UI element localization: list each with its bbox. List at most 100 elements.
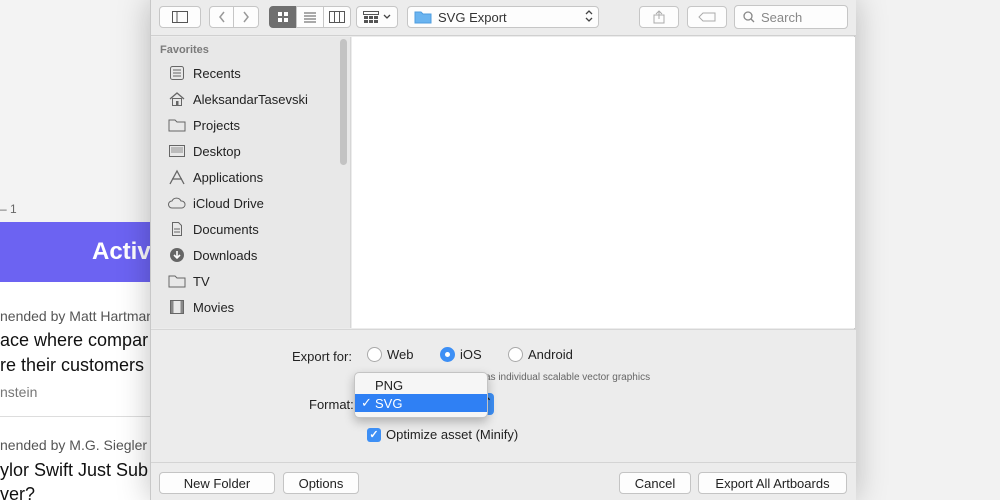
page-number: – 1: [0, 202, 17, 216]
sidebar-item-label: Projects: [193, 117, 240, 133]
radio-android[interactable]: Android: [508, 347, 573, 362]
sidebar-item-home[interactable]: AleksandarTasevski: [167, 88, 337, 110]
sidebar-item-movies[interactable]: Movies: [167, 296, 337, 318]
sidebar-scrollbar[interactable]: [340, 39, 347, 165]
radio-web-label: Web: [387, 347, 414, 362]
article-title[interactable]: re their customers: [0, 355, 144, 376]
documents-icon: [167, 220, 187, 238]
dialog-footer: New Folder Options Cancel Export All Art…: [151, 462, 856, 500]
dialog-toolbar: SVG Export: [151, 0, 856, 36]
sidebar-item-applications[interactable]: Applications: [167, 166, 337, 188]
chevron-left-icon: [218, 11, 225, 23]
chevron-right-icon: [243, 11, 249, 23]
sidebar-item-label: Applications: [193, 169, 264, 185]
sidebar-toggle-button[interactable]: [159, 6, 201, 28]
export-dialog: SVG Export Favorites Recents AleksandarT…: [150, 0, 856, 500]
sidebar-item-label: Desktop: [193, 143, 241, 159]
divider: [0, 416, 150, 417]
format-dropdown: PNG ✓ SVG: [354, 372, 488, 418]
sidebar-item-label: TV: [193, 273, 210, 289]
sidebar-icon: [172, 11, 188, 23]
radio-ios-indicator: [440, 347, 455, 362]
home-icon: [167, 90, 187, 108]
article-title[interactable]: ace where compar: [0, 330, 148, 351]
sidebar-item-label: Documents: [193, 221, 259, 237]
export-options-panel: Export for: Web iOS Android as individua…: [151, 329, 856, 462]
location-popup[interactable]: SVG Export: [407, 6, 599, 28]
article-list: nended by Matt Hartman ace where compar …: [0, 282, 150, 500]
icon-view-button[interactable]: [269, 6, 297, 28]
sidebar-item-downloads[interactable]: Downloads: [167, 244, 337, 266]
format-option-png[interactable]: PNG: [355, 376, 487, 394]
radio-web[interactable]: Web: [367, 347, 414, 362]
desktop-icon: [167, 142, 187, 160]
format-option-label: SVG: [375, 395, 403, 411]
sidebar-item-label: AleksandarTasevski: [193, 91, 308, 107]
format-option-svg[interactable]: ✓ SVG: [355, 394, 487, 412]
list-icon: [304, 12, 316, 23]
cancel-button[interactable]: Cancel: [619, 472, 691, 494]
optimize-label: Optimize asset (Minify): [386, 427, 519, 442]
article-title[interactable]: ver?: [0, 484, 35, 500]
chevron-down-icon: [383, 14, 390, 19]
sidebar-item-documents[interactable]: Documents: [167, 218, 337, 240]
arrange-icon: [362, 11, 379, 23]
sidebar-item-icloud[interactable]: iCloud Drive: [167, 192, 337, 214]
radio-android-indicator: [508, 347, 523, 362]
forward-button[interactable]: [234, 7, 258, 27]
article-author: nstein: [0, 384, 38, 400]
search-input[interactable]: [761, 9, 841, 25]
options-button[interactable]: Options: [283, 472, 359, 494]
tags-button[interactable]: [687, 6, 727, 28]
checkmark-icon: ✓: [361, 395, 372, 410]
cloud-icon: [167, 194, 187, 212]
background-right-panel: [855, 0, 1000, 500]
share-icon: [653, 10, 665, 24]
sidebar-item-label: Movies: [193, 299, 235, 315]
applications-icon: [167, 168, 187, 186]
sidebar-item-desktop[interactable]: Desktop: [167, 140, 337, 162]
sidebar-item-label: iCloud Drive: [193, 195, 264, 211]
list-view-button[interactable]: [296, 6, 324, 28]
format-hint: as individual scalable vector graphics: [485, 372, 651, 383]
downloads-icon: [167, 246, 187, 264]
movies-icon: [167, 298, 187, 316]
file-browser-area[interactable]: [352, 37, 855, 328]
radio-ios[interactable]: iOS: [440, 347, 482, 362]
share-button[interactable]: [639, 6, 679, 28]
back-button[interactable]: [210, 7, 235, 27]
nav-buttons: [209, 6, 259, 28]
sidebar-item-label: Downloads: [193, 247, 258, 263]
grid-icon: [278, 12, 288, 22]
new-folder-button[interactable]: New Folder: [159, 472, 275, 494]
recents-icon: [167, 64, 187, 82]
format-label: Format:: [309, 397, 354, 412]
article-title[interactable]: ylor Swift Just Sub: [0, 460, 148, 481]
sidebar: Favorites Recents AleksandarTasevski Pro…: [151, 37, 351, 328]
banner-title: Activi: [92, 238, 158, 265]
column-view-button[interactable]: [323, 6, 351, 28]
radio-ios-label: iOS: [460, 347, 482, 362]
radio-web-indicator: [367, 347, 382, 362]
format-option-label: PNG: [375, 377, 404, 393]
updown-arrows-icon: [585, 9, 593, 24]
search-icon: [743, 11, 755, 23]
export-for-label: Export for:: [292, 349, 352, 364]
article-meta: nended by M.G. Siegler a: [0, 437, 150, 453]
optimize-checkbox[interactable]: ✓ Optimize asset (Minify): [367, 427, 518, 442]
export-button[interactable]: Export All Artboards: [698, 472, 847, 494]
sidebar-item-projects[interactable]: Projects: [167, 114, 337, 136]
checkbox-checked-icon: ✓: [367, 427, 381, 442]
sidebar-heading: Favorites: [160, 44, 209, 56]
search-field[interactable]: [734, 5, 848, 29]
sidebar-item-recents[interactable]: Recents: [167, 62, 337, 84]
article-meta: nended by Matt Hartman: [0, 308, 150, 324]
folder-icon: [167, 272, 187, 290]
folder-icon: [414, 11, 432, 24]
folder-icon: [167, 116, 187, 134]
arrange-button[interactable]: [356, 6, 398, 28]
tag-icon: [698, 12, 716, 22]
sidebar-item-tv[interactable]: TV: [167, 270, 337, 292]
radio-android-label: Android: [528, 347, 573, 362]
columns-icon: [329, 11, 345, 23]
